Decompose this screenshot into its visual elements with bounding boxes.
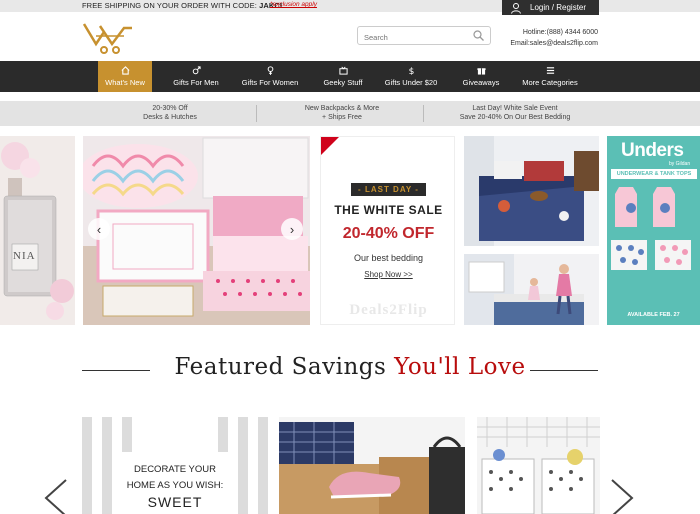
slide-bedding[interactable]: ‹ › — [83, 136, 310, 325]
home-icon — [121, 66, 129, 75]
corner-ribbon — [321, 137, 339, 155]
divider — [423, 105, 424, 122]
sale-title: THE WHITE SALE — [334, 203, 443, 217]
kids-room-image — [464, 254, 599, 325]
site-logo[interactable] — [82, 22, 136, 56]
perfume-label: NIA — [13, 250, 36, 262]
shoes-clothing-image — [279, 417, 465, 514]
shop-now-link[interactable]: Shop Now >> — [321, 270, 456, 279]
nav-giveaways[interactable]: Giveaways — [458, 61, 504, 92]
card-decorate[interactable]: DECORATE YOUR HOME AS YOU WISH: SWEET — [82, 417, 268, 514]
promo-text: FREE SHIPPING ON YOUR ORDER WITH CODE: J… — [82, 1, 283, 10]
featured-section-heading: Featured Savings You'll Love — [0, 350, 700, 390]
gift-icon — [476, 68, 486, 75]
carousel-next-button[interactable]: › — [281, 218, 303, 240]
slide-white-sale[interactable]: - LAST DAY - THE WHITE SALE 20-40% OFF O… — [320, 136, 455, 325]
svg-text:$: $ — [408, 67, 414, 75]
card-storage-bins[interactable] — [477, 417, 600, 514]
storage-bins-image — [477, 417, 600, 514]
nav-gifts-for-men[interactable]: Gifts For Men — [168, 61, 224, 92]
cards-next-arrow-icon[interactable] — [608, 478, 638, 514]
deal-link-backpacks[interactable]: New Backpacks & More + Ships Free — [272, 104, 412, 123]
slide-perfume[interactable]: NIA — [0, 136, 75, 325]
divider — [256, 105, 257, 122]
login-label: Login / Register — [530, 3, 587, 12]
slide-kids-room[interactable] — [464, 254, 599, 325]
contact-info: Hotline:(888) 4344 6000 Email:sales@deal… — [510, 27, 598, 49]
heading-rule-right — [530, 370, 598, 371]
last-day-badge: - LAST DAY - — [351, 183, 426, 196]
tv-icon — [338, 66, 348, 75]
kids-bedding-image — [464, 136, 599, 246]
deals-strip: 20-30% Off Desks & Hutches New Backpacks… — [0, 101, 700, 126]
slide-unders[interactable]: Unders by Gildan UNDERWEAR & TANK TOPS A… — [607, 136, 700, 325]
nav-more-categories[interactable]: More Categories — [518, 61, 582, 92]
deal-link-desks[interactable]: 20-30% Off Desks & Hutches — [100, 104, 240, 123]
decorate-text: DECORATE YOUR HOME AS YOU WISH: SWEET — [126, 464, 224, 510]
unders-by: by Gildan — [669, 161, 691, 167]
unders-available: AVAILABLE FEB. 27 — [627, 312, 680, 318]
sale-discount: 20-40% OFF — [342, 225, 435, 242]
search-icon[interactable] — [473, 30, 484, 41]
card-shoes-clothing[interactable] — [279, 417, 465, 514]
search-box — [357, 26, 491, 46]
slide-kids-bedding[interactable] — [464, 136, 599, 246]
hero-carousel: NIA ‹ › - LAST DAY - THE WHITE SALE 20-4… — [0, 136, 700, 325]
main-nav: What's New Gifts For Men Gifts For Women… — [0, 61, 700, 92]
featured-cards: DECORATE YOUR HOME AS YOU WISH: SWEET — [0, 417, 700, 514]
featured-title: Featured Savings You'll Love — [174, 354, 526, 380]
female-icon — [267, 66, 273, 75]
unders-banner: UNDERWEAR & TANK TOPS — [611, 169, 697, 179]
watermark: Deals2Flip — [349, 302, 428, 318]
nav-geeky-stuff[interactable]: Geeky Stuff — [318, 61, 368, 92]
male-icon — [192, 66, 201, 75]
user-icon — [511, 2, 521, 14]
dollar-icon: $ — [408, 67, 414, 75]
cards-prev-arrow-icon[interactable] — [40, 478, 70, 514]
search-input[interactable] — [358, 29, 462, 46]
email: Email:sales@deals2flip.com — [510, 40, 598, 47]
nav-whats-new[interactable]: What's New — [98, 61, 152, 92]
nav-gifts-for-women[interactable]: Gifts For Women — [238, 61, 302, 92]
bedding-image — [83, 136, 310, 325]
carousel-prev-button[interactable]: ‹ — [88, 218, 110, 240]
menu-icon — [546, 67, 554, 74]
hotline: Hotline:(888) 4344 6000 — [522, 29, 598, 36]
unders-brand: Unders — [621, 140, 684, 161]
deal-link-white-sale[interactable]: Last Day! White Sale Event Save 20-40% O… — [440, 104, 590, 123]
perfume-image — [1, 142, 74, 320]
exclusion-link[interactable]: *exclusion apply — [270, 1, 317, 8]
login-register-button[interactable]: Login / Register — [502, 0, 599, 15]
nav-gifts-under-20[interactable]: $ Gifts Under $20 — [382, 61, 440, 92]
unders-products-image — [611, 187, 691, 270]
sale-subtitle: Our best bedding — [353, 253, 424, 263]
